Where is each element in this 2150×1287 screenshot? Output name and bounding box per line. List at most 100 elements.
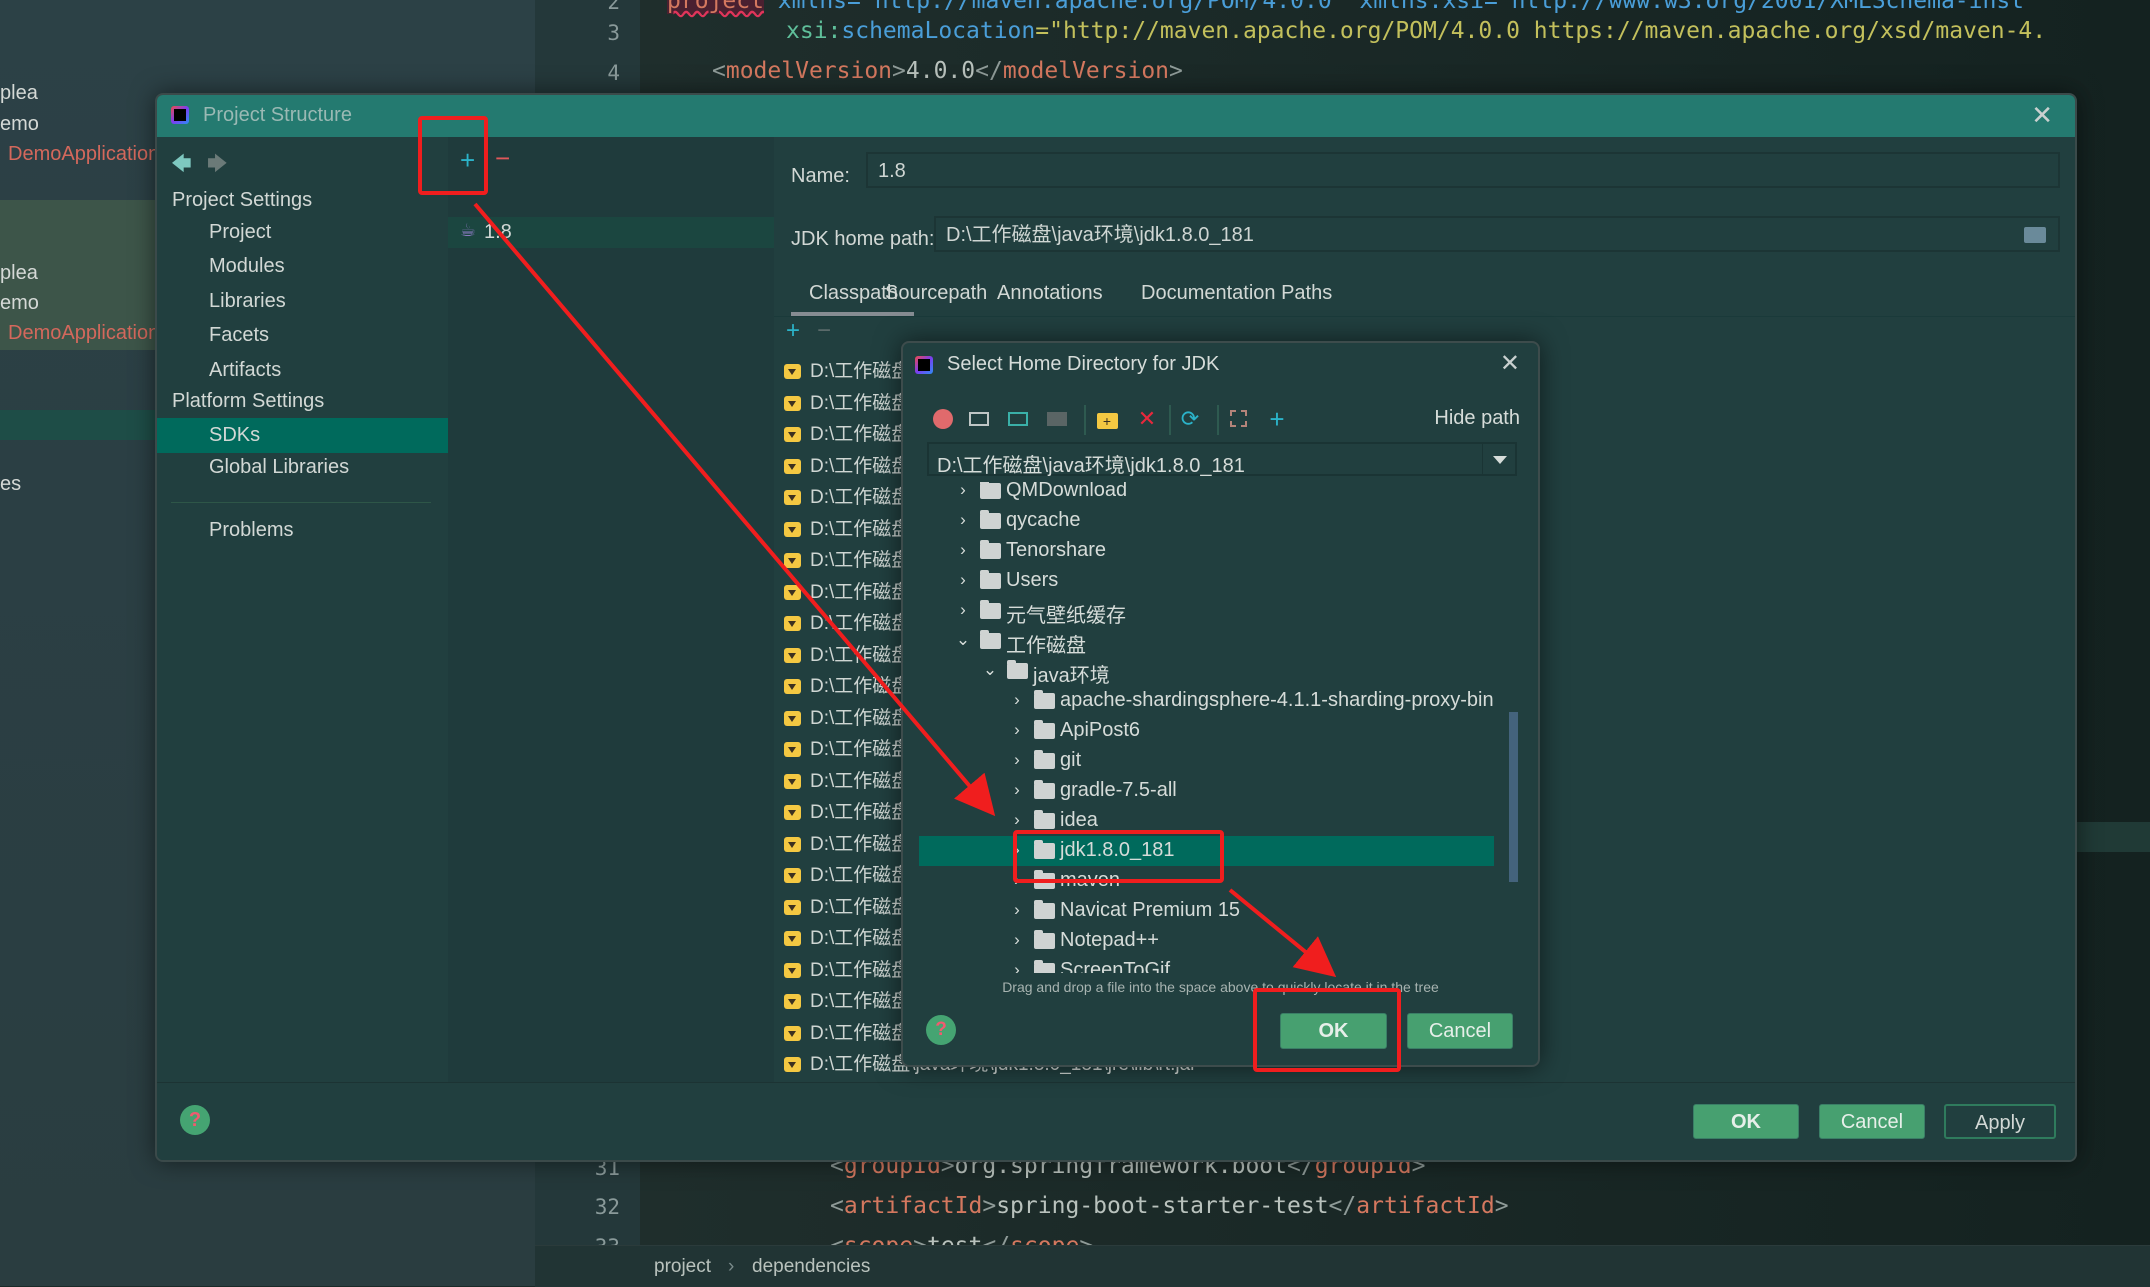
- tab-sourcepath[interactable]: Sourcepath: [885, 282, 987, 305]
- sidebar-item-facets[interactable]: Facets: [209, 324, 269, 347]
- desktop-icon[interactable]: [967, 407, 991, 431]
- classpath-entry[interactable]: D:\工作磁盘: [784, 577, 910, 604]
- classpath-entry[interactable]: D:\工作磁盘: [784, 671, 910, 698]
- tree-scrollbar[interactable]: [1509, 712, 1518, 882]
- project-tree-item[interactable]: DemoApplication: [8, 322, 159, 345]
- add-icon[interactable]: +: [1265, 406, 1289, 432]
- sidebar-item-project[interactable]: Project: [209, 221, 271, 244]
- ok-button[interactable]: OK: [1693, 1104, 1799, 1139]
- tree-item[interactable]: › ApiPost6: [919, 716, 1494, 746]
- chevron-right-icon[interactable]: ›: [955, 510, 971, 530]
- project-tree-item[interactable]: emo: [0, 292, 39, 315]
- chevron-right-icon[interactable]: ›: [1009, 780, 1025, 800]
- chevron-down-icon[interactable]: ⌄: [982, 660, 998, 680]
- tree-item[interactable]: › ScreenToGif: [919, 956, 1494, 973]
- cancel-button[interactable]: Cancel: [1407, 1013, 1513, 1049]
- project-tree-item[interactable]: DemoApplication: [8, 143, 159, 166]
- tab-annotations[interactable]: Annotations: [997, 282, 1103, 305]
- jdk-home-path-input[interactable]: D:\工作磁盘\java环境\jdk1.8.0_181: [934, 216, 2060, 252]
- classpath-entry[interactable]: D:\工作磁盘: [784, 923, 910, 950]
- browse-folder-icon[interactable]: [2024, 227, 2046, 243]
- classpath-entry[interactable]: D:\工作磁盘: [784, 545, 910, 572]
- home-icon[interactable]: [931, 407, 955, 431]
- sidebar-item-modules[interactable]: Modules: [209, 255, 285, 278]
- sidebar-item-sdks[interactable]: SDKs: [157, 418, 448, 453]
- sidebar-item-problems[interactable]: Problems: [209, 519, 293, 542]
- chevron-right-icon[interactable]: ›: [1009, 930, 1025, 950]
- tree-item[interactable]: › qycache: [919, 506, 1494, 536]
- classpath-entry[interactable]: D:\工作磁盘: [784, 829, 910, 856]
- tree-item[interactable]: › gradle-7.5-all: [919, 776, 1494, 806]
- add-classpath-button[interactable]: +: [786, 317, 800, 345]
- chevron-right-icon[interactable]: ›: [1009, 720, 1025, 740]
- classpath-entry[interactable]: D:\工作磁盘: [784, 703, 910, 730]
- back-arrow-icon[interactable]: 🡄: [171, 149, 192, 183]
- chevron-down-icon[interactable]: [1482, 444, 1515, 474]
- classpath-entry[interactable]: D:\工作磁盘: [784, 514, 910, 541]
- tab-documentation-paths[interactable]: Documentation Paths: [1141, 282, 1332, 305]
- chevron-right-icon[interactable]: ›: [955, 600, 971, 620]
- classpath-entry[interactable]: D:\工作磁盘: [784, 640, 910, 667]
- tree-item[interactable]: › Users: [919, 566, 1494, 596]
- classpath-entry[interactable]: D:\工作磁盘: [784, 892, 910, 919]
- cancel-button[interactable]: Cancel: [1819, 1104, 1925, 1139]
- close-icon[interactable]: ✕: [1500, 352, 1520, 376]
- tree-item[interactable]: ⌄ 工作磁盘: [919, 626, 1494, 657]
- project-tree-item[interactable]: plea: [0, 82, 38, 105]
- delete-icon[interactable]: ✕: [1135, 407, 1159, 431]
- classpath-entry[interactable]: D:\工作磁盘: [784, 986, 910, 1013]
- chevron-down-icon[interactable]: ⌄: [955, 630, 971, 650]
- tree-item[interactable]: › apache-shardingsphere-4.1.1-sharding-pr…: [919, 686, 1494, 716]
- classpath-entry[interactable]: D:\工作磁盘: [784, 482, 910, 509]
- project-tree-item[interactable]: es: [0, 473, 21, 496]
- close-icon[interactable]: ✕: [2031, 102, 2053, 128]
- classpath-entry[interactable]: D:\工作磁盘: [784, 608, 910, 635]
- new-folder-icon[interactable]: +: [1095, 407, 1119, 431]
- classpath-entry[interactable]: D:\工作磁盘: [784, 797, 910, 824]
- classpath-entry[interactable]: D:\工作磁盘: [784, 356, 910, 383]
- chevron-right-icon[interactable]: ›: [955, 540, 971, 560]
- project-tree-item[interactable]: emo: [0, 113, 39, 136]
- classpath-entry[interactable]: D:\工作磁盘: [784, 860, 910, 887]
- tree-item[interactable]: › QMDownload: [919, 482, 1494, 506]
- help-icon[interactable]: ?: [180, 1105, 210, 1135]
- breadcrumb-project[interactable]: project: [654, 1256, 711, 1278]
- sidebar-item-artifacts[interactable]: Artifacts: [209, 359, 281, 382]
- hide-path-link[interactable]: Hide path: [1434, 407, 1520, 430]
- sdk-list-item[interactable]: ☕ 1.8: [448, 217, 774, 248]
- chevron-right-icon[interactable]: ›: [955, 570, 971, 590]
- classpath-entry[interactable]: D:\工作磁盘: [784, 1018, 910, 1045]
- project-icon[interactable]: [1006, 407, 1030, 431]
- classpath-entry[interactable]: D:\工作磁盘: [784, 734, 910, 761]
- chevron-right-icon[interactable]: ›: [1009, 810, 1025, 830]
- tree-item[interactable]: › Navicat Premium 15: [919, 896, 1494, 926]
- path-combobox[interactable]: D:\工作磁盘\java环境\jdk1.8.0_181: [927, 442, 1517, 477]
- sidebar-item-global-libraries[interactable]: Global Libraries: [209, 456, 349, 479]
- chevron-right-icon[interactable]: ›: [955, 482, 971, 500]
- apply-button[interactable]: Apply: [1944, 1104, 2056, 1139]
- show-hidden-icon[interactable]: [1226, 407, 1250, 431]
- chevron-right-icon[interactable]: ›: [1009, 900, 1025, 920]
- tree-item[interactable]: ⌄ java环境: [919, 656, 1494, 687]
- tree-item[interactable]: › Notepad++: [919, 926, 1494, 956]
- tree-item[interactable]: › git: [919, 746, 1494, 776]
- name-input[interactable]: 1.8: [866, 152, 2060, 188]
- breadcrumb-dependencies[interactable]: dependencies: [752, 1256, 870, 1278]
- sidebar-item-libraries[interactable]: Libraries: [209, 290, 286, 313]
- annotation-box-add-sdk: [418, 116, 488, 195]
- classpath-entry[interactable]: D:\工作磁盘: [784, 766, 910, 793]
- classpath-entry[interactable]: D:\工作磁盘: [784, 419, 910, 446]
- chevron-right-icon[interactable]: ›: [1009, 960, 1025, 973]
- refresh-icon[interactable]: ⟳: [1178, 407, 1202, 431]
- classpath-entry[interactable]: D:\工作磁盘: [784, 388, 910, 415]
- classpath-entry[interactable]: D:\工作磁盘: [784, 451, 910, 478]
- tree-item[interactable]: › 元气壁纸缓存: [919, 596, 1494, 627]
- classpath-entry[interactable]: D:\工作磁盘: [784, 955, 910, 982]
- project-tree-item[interactable]: plea: [0, 262, 38, 285]
- help-icon[interactable]: ?: [926, 1015, 956, 1045]
- forward-arrow-icon[interactable]: 🡆: [207, 149, 228, 183]
- chevron-right-icon[interactable]: ›: [1009, 690, 1025, 710]
- file-tree[interactable]: › QMDownload › qycache › Tenorshare › Users › 元气壁…: [919, 482, 1519, 973]
- tree-item[interactable]: › Tenorshare: [919, 536, 1494, 566]
- chevron-right-icon[interactable]: ›: [1009, 750, 1025, 770]
